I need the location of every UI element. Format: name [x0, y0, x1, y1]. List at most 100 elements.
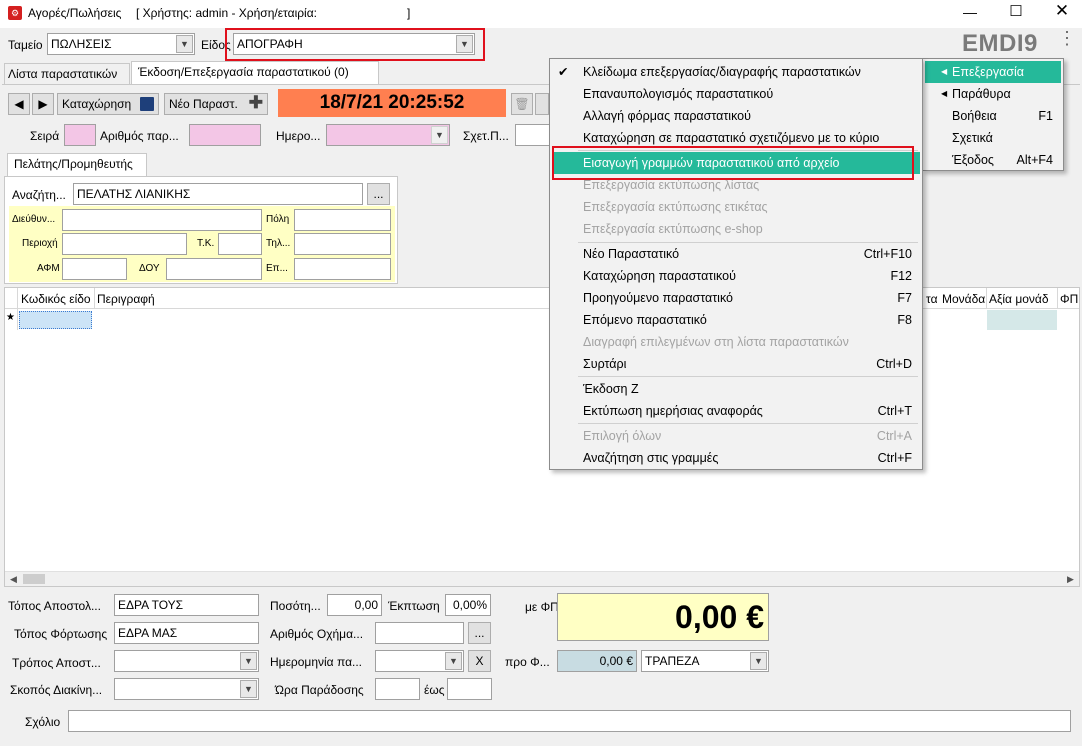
menu-item-exit[interactable]: Έξοδος Alt+F4 — [925, 149, 1061, 171]
menu-issue-z[interactable]: Έκδοση Ζ — [552, 378, 920, 400]
tab-edit[interactable]: Έκδοση/Επεξεργασία παραστατικού (0) — [131, 61, 379, 84]
ora-to-input[interactable] — [447, 678, 492, 700]
afm-label: ΑΦΜ — [37, 263, 60, 274]
address-input[interactable] — [62, 209, 262, 231]
menu-item-windows[interactable]: ◀ Παράθυρα — [925, 83, 1061, 105]
menu-lock-editing[interactable]: ✔ Κλείδωμα επεξεργασίας/διαγραφής παραστ… — [552, 61, 920, 83]
grid-new-row-code-cell[interactable] — [19, 311, 92, 329]
grid-col-fpa[interactable]: ΦΠ — [1060, 292, 1078, 306]
menu-recalculate[interactable]: Επαναυπολογισμός παραστατικού — [552, 83, 920, 105]
seira-input[interactable] — [64, 124, 96, 146]
new-row-marker: ★ — [6, 312, 15, 323]
payment-select[interactable]: ΤΡΑΠΕΖΑ ▼ — [641, 650, 769, 672]
menu-item-help[interactable]: Βοήθεια F1 — [925, 105, 1061, 127]
chevron-down-icon: ▼ — [445, 652, 462, 670]
topos-fortosis-label: Τόπος Φόρτωσης — [14, 627, 108, 641]
tab-list-label: Λίστα παραστατικών — [8, 67, 118, 81]
topos-apostolis-input[interactable]: ΕΔΡΑ ΤΟΥΣ — [114, 594, 259, 616]
grid-col-unit[interactable]: Μονάδα — [942, 292, 985, 306]
doy-input[interactable] — [166, 258, 262, 280]
scroll-right-icon[interactable]: ▶ — [1067, 574, 1074, 585]
menu-previous-document[interactable]: Προηγούμενο παραστατικό F7 — [552, 287, 920, 309]
customer-tab[interactable]: Πελάτης/Προμηθευτής — [7, 153, 147, 176]
chevron-down-icon: ▼ — [176, 35, 193, 53]
customer-search-input[interactable]: ΠΕΛΑΤΗΣ ΛΙΑΝΙΚΗΣ — [73, 183, 363, 205]
save-button[interactable]: Καταχώρηση — [57, 93, 159, 115]
scroll-thumb[interactable] — [23, 574, 45, 584]
grid-col-description[interactable]: Περιγραφή — [97, 292, 155, 306]
skopos-select[interactable]: ▼ — [114, 678, 259, 700]
menu-item-about[interactable]: Σχετικά — [925, 127, 1061, 149]
tk-label: Τ.Κ. — [197, 238, 215, 249]
grid-row-header-col — [5, 288, 18, 330]
ep-label: Επ... — [266, 263, 288, 274]
menu-search-lines[interactable]: Αναζήτηση στις γραμμές Ctrl+F — [552, 447, 920, 469]
prev-button[interactable]: ◀ — [8, 93, 30, 115]
more-menu-icon[interactable]: ⋮ — [1058, 29, 1076, 58]
highlight-import-lines — [552, 146, 914, 180]
area-input[interactable] — [62, 233, 187, 255]
menu-save-document[interactable]: Καταχώρηση παραστατικού F12 — [552, 265, 920, 287]
minimize-button[interactable]: — — [958, 4, 982, 22]
payment-value: ΤΡΑΠΕΖΑ — [645, 654, 700, 668]
grid-hscrollbar[interactable]: ◀ ▶ — [5, 571, 1079, 586]
clear-date-button[interactable]: X — [468, 650, 491, 672]
delete-button[interactable]: 🗑 — [511, 93, 533, 115]
phone-input[interactable] — [294, 233, 391, 255]
customer-search-label: Αναζήτη... — [12, 188, 66, 202]
grid-col-quantity[interactable]: τα — [926, 292, 938, 306]
tameio-select[interactable]: ΠΩΛΗΣΕΙΣ ▼ — [47, 33, 195, 55]
scroll-left-icon[interactable]: ◀ — [10, 574, 17, 585]
ora-label: Ώρα Παράδοσης — [275, 683, 364, 697]
chevron-down-icon: ▼ — [240, 680, 257, 698]
grid-new-row-unit-value-cell[interactable] — [987, 310, 1057, 330]
menu-delete-selected[interactable]: Διαγραφή επιλεγμένων στη λίστα παραστατι… — [552, 331, 920, 353]
ora-from-input[interactable] — [375, 678, 420, 700]
new-document-button[interactable]: Νέο Παραστ. ✚ — [164, 93, 268, 115]
highlight-eidos — [225, 28, 485, 61]
city-input[interactable] — [294, 209, 391, 231]
afm-input[interactable] — [62, 258, 127, 280]
comment-input[interactable] — [68, 710, 1071, 732]
oxima-label: Αριθμός Οχήμα... — [270, 627, 364, 641]
customer-browse-button[interactable]: ... — [367, 183, 390, 205]
chevron-down-icon: ▼ — [750, 652, 767, 670]
tk-input[interactable] — [218, 233, 262, 255]
oxima-browse-button[interactable]: ... — [468, 622, 491, 644]
tropos-select[interactable]: ▼ — [114, 650, 259, 672]
floppy-icon — [140, 97, 154, 111]
menu-select-all[interactable]: Επιλογή όλων Ctrl+A — [552, 425, 920, 447]
menu-item-edit[interactable]: ◀ Επεξεργασία — [925, 61, 1061, 83]
menu-edit-label-print[interactable]: Επεξεργασία εκτύπωσης ετικέτας — [552, 196, 920, 218]
close-button[interactable]: ✕ — [1050, 1, 1074, 21]
arithmos-input[interactable] — [189, 124, 261, 146]
menu-new-document[interactable]: Νέο Παραστατικό Ctrl+F10 — [552, 243, 920, 265]
menu-print-daily-report[interactable]: Εκτύπωση ημερήσιας αναφοράς Ctrl+T — [552, 400, 920, 422]
app-icon: ⚙ — [8, 6, 22, 20]
skopos-label: Σκοπός Διακίνη... — [10, 683, 103, 697]
grid-col-unit-value[interactable]: Αξία μονάδ — [989, 292, 1057, 306]
grid-col-divider — [986, 288, 987, 309]
grid-col-code[interactable]: Κωδικός είδο — [21, 292, 93, 306]
print-button[interactable] — [535, 93, 549, 115]
menu-next-document[interactable]: Επόμενο παραστατικό F8 — [552, 309, 920, 331]
imerominia-label: Ημερο... — [276, 129, 321, 143]
topos-fortosis-input[interactable]: ΕΔΡΑ ΜΑΣ — [114, 622, 259, 644]
ep-input[interactable] — [294, 258, 391, 280]
edit-submenu: ✔ Κλείδωμα επεξεργασίας/διαγραφής παραστ… — [549, 58, 923, 470]
imerominia-select[interactable]: ▼ — [326, 124, 450, 146]
menu-drawer[interactable]: Συρτάρι Ctrl+D — [552, 353, 920, 375]
imerominia-paradosis-select[interactable]: ▼ — [375, 650, 464, 672]
tab-list[interactable]: Λίστα παραστατικών — [4, 63, 130, 84]
menu-change-form[interactable]: Αλλαγή φόρμας παραστατικού — [552, 105, 920, 127]
next-button[interactable]: ▶ — [32, 93, 54, 115]
grid-col-divider — [1057, 288, 1058, 309]
customer-tab-label: Πελάτης/Προμηθευτής — [14, 157, 133, 171]
posotita-input[interactable]: 0,00 — [327, 594, 382, 616]
ekptosi-input[interactable]: 0,00% — [445, 594, 491, 616]
sxet-input[interactable] — [515, 124, 551, 146]
maximize-button[interactable]: ☐ — [1004, 2, 1028, 22]
posotita-label: Ποσότη... — [270, 599, 321, 613]
menu-edit-eshop-print[interactable]: Επεξεργασία εκτύπωσης e-shop — [552, 218, 920, 240]
oxima-input[interactable] — [375, 622, 464, 644]
